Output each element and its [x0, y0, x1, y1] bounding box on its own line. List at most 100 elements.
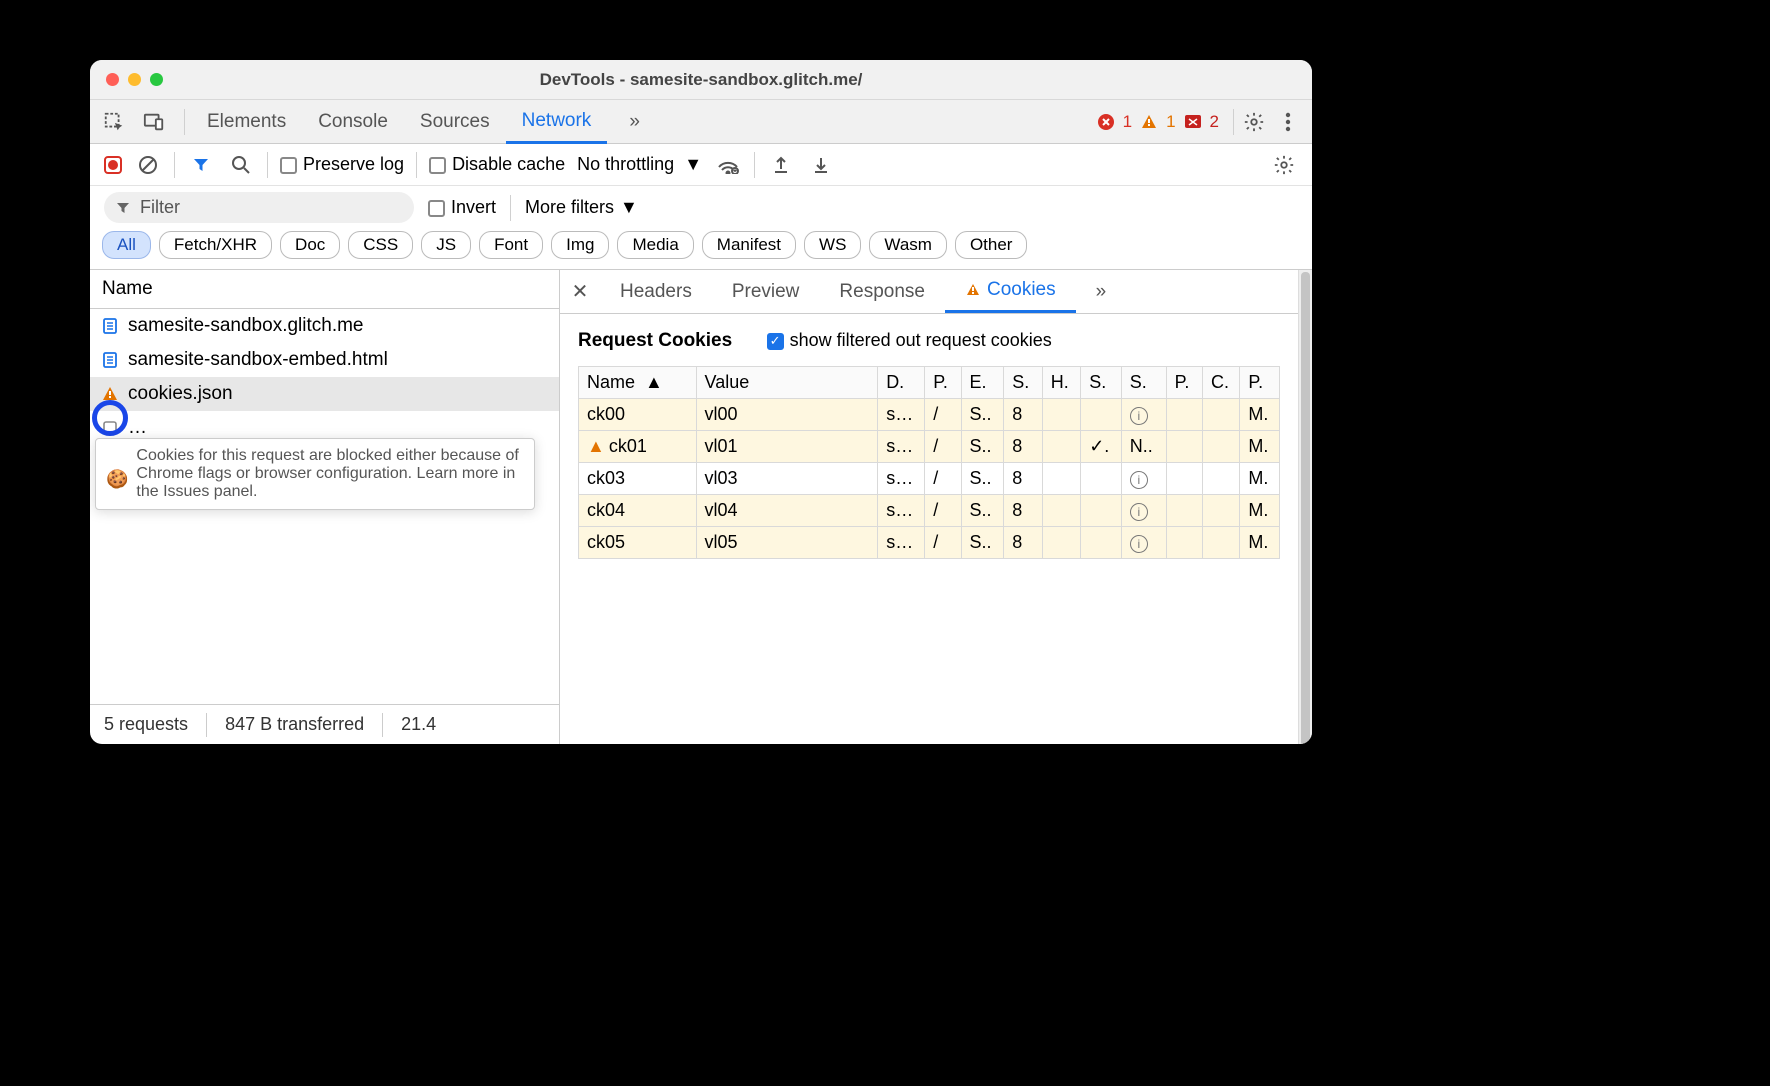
divider: [1233, 109, 1234, 135]
more-tabs-button[interactable]: »: [613, 100, 656, 143]
preserve-log-checkbox[interactable]: Preserve log: [280, 154, 404, 175]
filter-toggle-icon[interactable]: [187, 151, 215, 179]
panel-settings-icon[interactable]: [1270, 151, 1298, 179]
tab-sources[interactable]: Sources: [404, 100, 506, 143]
divider: [510, 195, 511, 221]
chevron-down-icon: ▼: [620, 197, 638, 218]
issue-counters[interactable]: 1 1 2: [1097, 112, 1219, 132]
zoom-window-button[interactable]: [150, 73, 163, 86]
show-filtered-label: show filtered out request cookies: [790, 330, 1052, 350]
cookie-col-header[interactable]: E.: [961, 367, 1004, 399]
scrollbar[interactable]: [1298, 270, 1312, 744]
warning-count: 1: [1166, 112, 1175, 132]
type-chip-all[interactable]: All: [102, 231, 151, 259]
tab-console[interactable]: Console: [302, 100, 404, 143]
warning-icon: [100, 384, 120, 404]
divider: [416, 152, 417, 178]
invert-checkbox[interactable]: Invert: [428, 197, 496, 218]
type-chip-font[interactable]: Font: [479, 231, 543, 259]
upload-har-icon[interactable]: [767, 151, 795, 179]
request-name: cookies.json: [128, 383, 233, 405]
request-type-filter: All Fetch/XHR Doc CSS JS Font Img Media Manifest…: [90, 227, 1312, 269]
request-count: 5 requests: [104, 714, 188, 735]
cookie-row[interactable]: ▲ck01vl01s…/S..8✓.N..M.: [579, 431, 1280, 463]
detail-tabstrip: ✕ HeadersPreviewResponseCookies »: [560, 270, 1298, 314]
kebab-menu-icon[interactable]: [1274, 108, 1302, 136]
close-detail-button[interactable]: ✕: [560, 279, 600, 304]
tab-network[interactable]: Network: [506, 100, 608, 144]
request-row[interactable]: cookies.json: [90, 377, 559, 411]
detail-tab-cookies[interactable]: Cookies: [945, 270, 1076, 313]
type-chip-wasm[interactable]: Wasm: [869, 231, 947, 259]
tooltip-text: Cookies for this request are blocked eit…: [136, 447, 524, 501]
cookie-col-header[interactable]: H.: [1042, 367, 1080, 399]
download-har-icon[interactable]: [807, 151, 835, 179]
main-split: Name samesite-sandbox.glitch.me samesite-…: [90, 269, 1312, 744]
cookies-pane: Request Cookies show filtered out reques…: [560, 314, 1298, 575]
type-chip-img[interactable]: Img: [551, 231, 609, 259]
filter-input[interactable]: Filter: [104, 192, 414, 223]
cookie-col-header[interactable]: P.: [1166, 367, 1202, 399]
minimize-window-button[interactable]: [128, 73, 141, 86]
network-conditions-icon[interactable]: [714, 151, 742, 179]
device-toggle-icon[interactable]: [140, 108, 168, 136]
request-row[interactable]: samesite-sandbox.glitch.me: [90, 309, 559, 343]
devtools-window: DevTools - samesite-sandbox.glitch.me/ E…: [90, 60, 1312, 744]
warning-icon: [1140, 113, 1158, 131]
close-window-button[interactable]: [106, 73, 119, 86]
detail-tab-response[interactable]: Response: [819, 270, 945, 313]
type-chip-css[interactable]: CSS: [348, 231, 413, 259]
detail-tab-preview[interactable]: Preview: [712, 270, 820, 313]
cookie-col-header[interactable]: S.: [1081, 367, 1122, 399]
cookie-col-header[interactable]: P.: [925, 367, 961, 399]
disable-cache-checkbox[interactable]: Disable cache: [429, 154, 565, 175]
request-cookies-heading: Request Cookies: [578, 330, 732, 352]
inspect-element-icon[interactable]: [100, 108, 128, 136]
cookie-col-header[interactable]: S.: [1004, 367, 1042, 399]
cookie-row[interactable]: ck00vl00s…/S..8iM.: [579, 399, 1280, 431]
preserve-log-label: Preserve log: [303, 154, 404, 174]
blocked-cookies-tooltip: 🍪 Cookies for this request are blocked e…: [95, 438, 535, 510]
record-button[interactable]: [104, 156, 122, 174]
name-column-header[interactable]: Name: [90, 270, 559, 309]
filter-placeholder: Filter: [140, 197, 180, 218]
cookie-col-header[interactable]: P.: [1240, 367, 1280, 399]
type-chip-fetch-xhr[interactable]: Fetch/XHR: [159, 231, 272, 259]
type-chip-doc[interactable]: Doc: [280, 231, 340, 259]
load-time: 21.4: [401, 714, 436, 735]
request-row[interactable]: samesite-sandbox-embed.html: [90, 343, 559, 377]
cookie-row[interactable]: ck04vl04s…/S..8iM.: [579, 495, 1280, 527]
type-chip-js[interactable]: JS: [421, 231, 471, 259]
file-icon: [100, 418, 120, 438]
type-chip-manifest[interactable]: Manifest: [702, 231, 796, 259]
status-bar: 5 requests 847 B transferred 21.4: [90, 704, 559, 744]
search-icon[interactable]: [227, 151, 255, 179]
cookie-col-header[interactable]: Value: [696, 367, 878, 399]
cookie-col-header[interactable]: D.: [878, 367, 925, 399]
settings-icon[interactable]: [1240, 108, 1268, 136]
more-detail-tabs[interactable]: »: [1076, 270, 1127, 313]
request-name: …: [128, 417, 147, 439]
request-name: samesite-sandbox.glitch.me: [128, 315, 364, 337]
cookie-col-header[interactable]: Name ▲: [579, 367, 697, 399]
document-icon: [100, 350, 120, 370]
divider: [184, 109, 185, 135]
type-chip-media[interactable]: Media: [617, 231, 693, 259]
titlebar: DevTools - samesite-sandbox.glitch.me/: [90, 60, 1312, 100]
divider: [267, 152, 268, 178]
cookie-row[interactable]: ck05vl05s…/S..8iM.: [579, 527, 1280, 559]
tab-elements[interactable]: Elements: [191, 100, 302, 143]
clear-button[interactable]: [134, 151, 162, 179]
more-filters-label: More filters: [525, 197, 614, 218]
type-chip-other[interactable]: Other: [955, 231, 1028, 259]
throttling-select[interactable]: No throttling ▼: [577, 154, 702, 175]
more-filters-button[interactable]: More filters ▼: [525, 197, 638, 218]
transferred-size: 847 B transferred: [225, 714, 364, 735]
detail-tab-headers[interactable]: Headers: [600, 270, 712, 313]
type-chip-ws[interactable]: WS: [804, 231, 861, 259]
cookie-col-header[interactable]: C.: [1203, 367, 1240, 399]
show-filtered-checkbox[interactable]: show filtered out request cookies: [767, 330, 1052, 350]
document-icon: [100, 316, 120, 336]
cookie-col-header[interactable]: S.: [1121, 367, 1166, 399]
cookie-row[interactable]: ck03vl03s…/S..8iM.: [579, 463, 1280, 495]
